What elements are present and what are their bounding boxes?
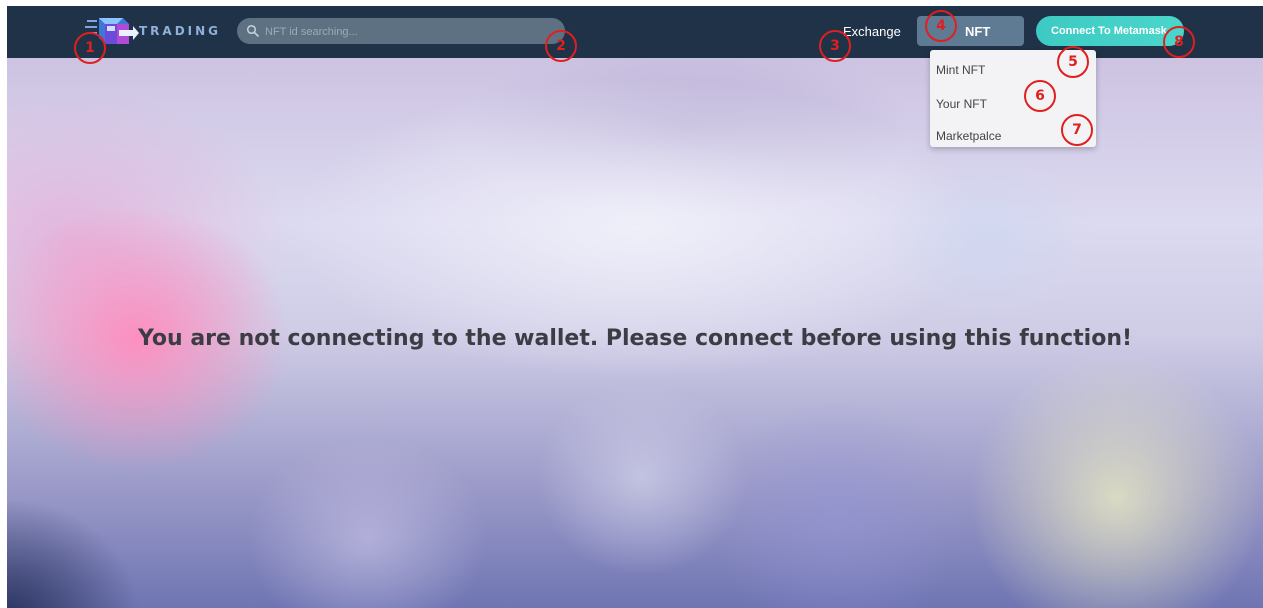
connect-metamask-button[interactable]: Connect To Metamask (1036, 16, 1184, 46)
annotation-marker: 3 (819, 30, 851, 62)
annotation-marker: 5 (1057, 46, 1089, 78)
search-icon (246, 24, 259, 37)
annotation-marker: 1 (74, 32, 106, 64)
annotation-marker: 4 (925, 10, 957, 42)
annotation-marker: 6 (1024, 80, 1056, 112)
annotation-marker: 8 (1163, 26, 1195, 58)
connect-metamask-label: Connect To Metamask (1051, 25, 1167, 37)
annotation-marker: 7 (1061, 114, 1093, 146)
exchange-link[interactable]: Exchange (843, 24, 901, 39)
app-frame: TRADING Exchange NFT Connect To Metamask… (7, 6, 1263, 608)
search-bar[interactable] (237, 18, 565, 44)
logo-text: TRADING (139, 24, 222, 38)
background-shadow (7, 448, 187, 608)
wallet-warning-message: You are not connecting to the wallet. Pl… (137, 326, 1133, 351)
menu-item-your-nft[interactable]: Your NFT (936, 97, 987, 111)
nft-menu-label: NFT (965, 24, 991, 39)
menu-item-mint-nft[interactable]: Mint NFT (936, 63, 985, 77)
annotation-marker: 2 (545, 30, 577, 62)
search-input[interactable] (263, 21, 557, 43)
menu-item-marketplace[interactable]: Marketpalce (936, 129, 1001, 143)
